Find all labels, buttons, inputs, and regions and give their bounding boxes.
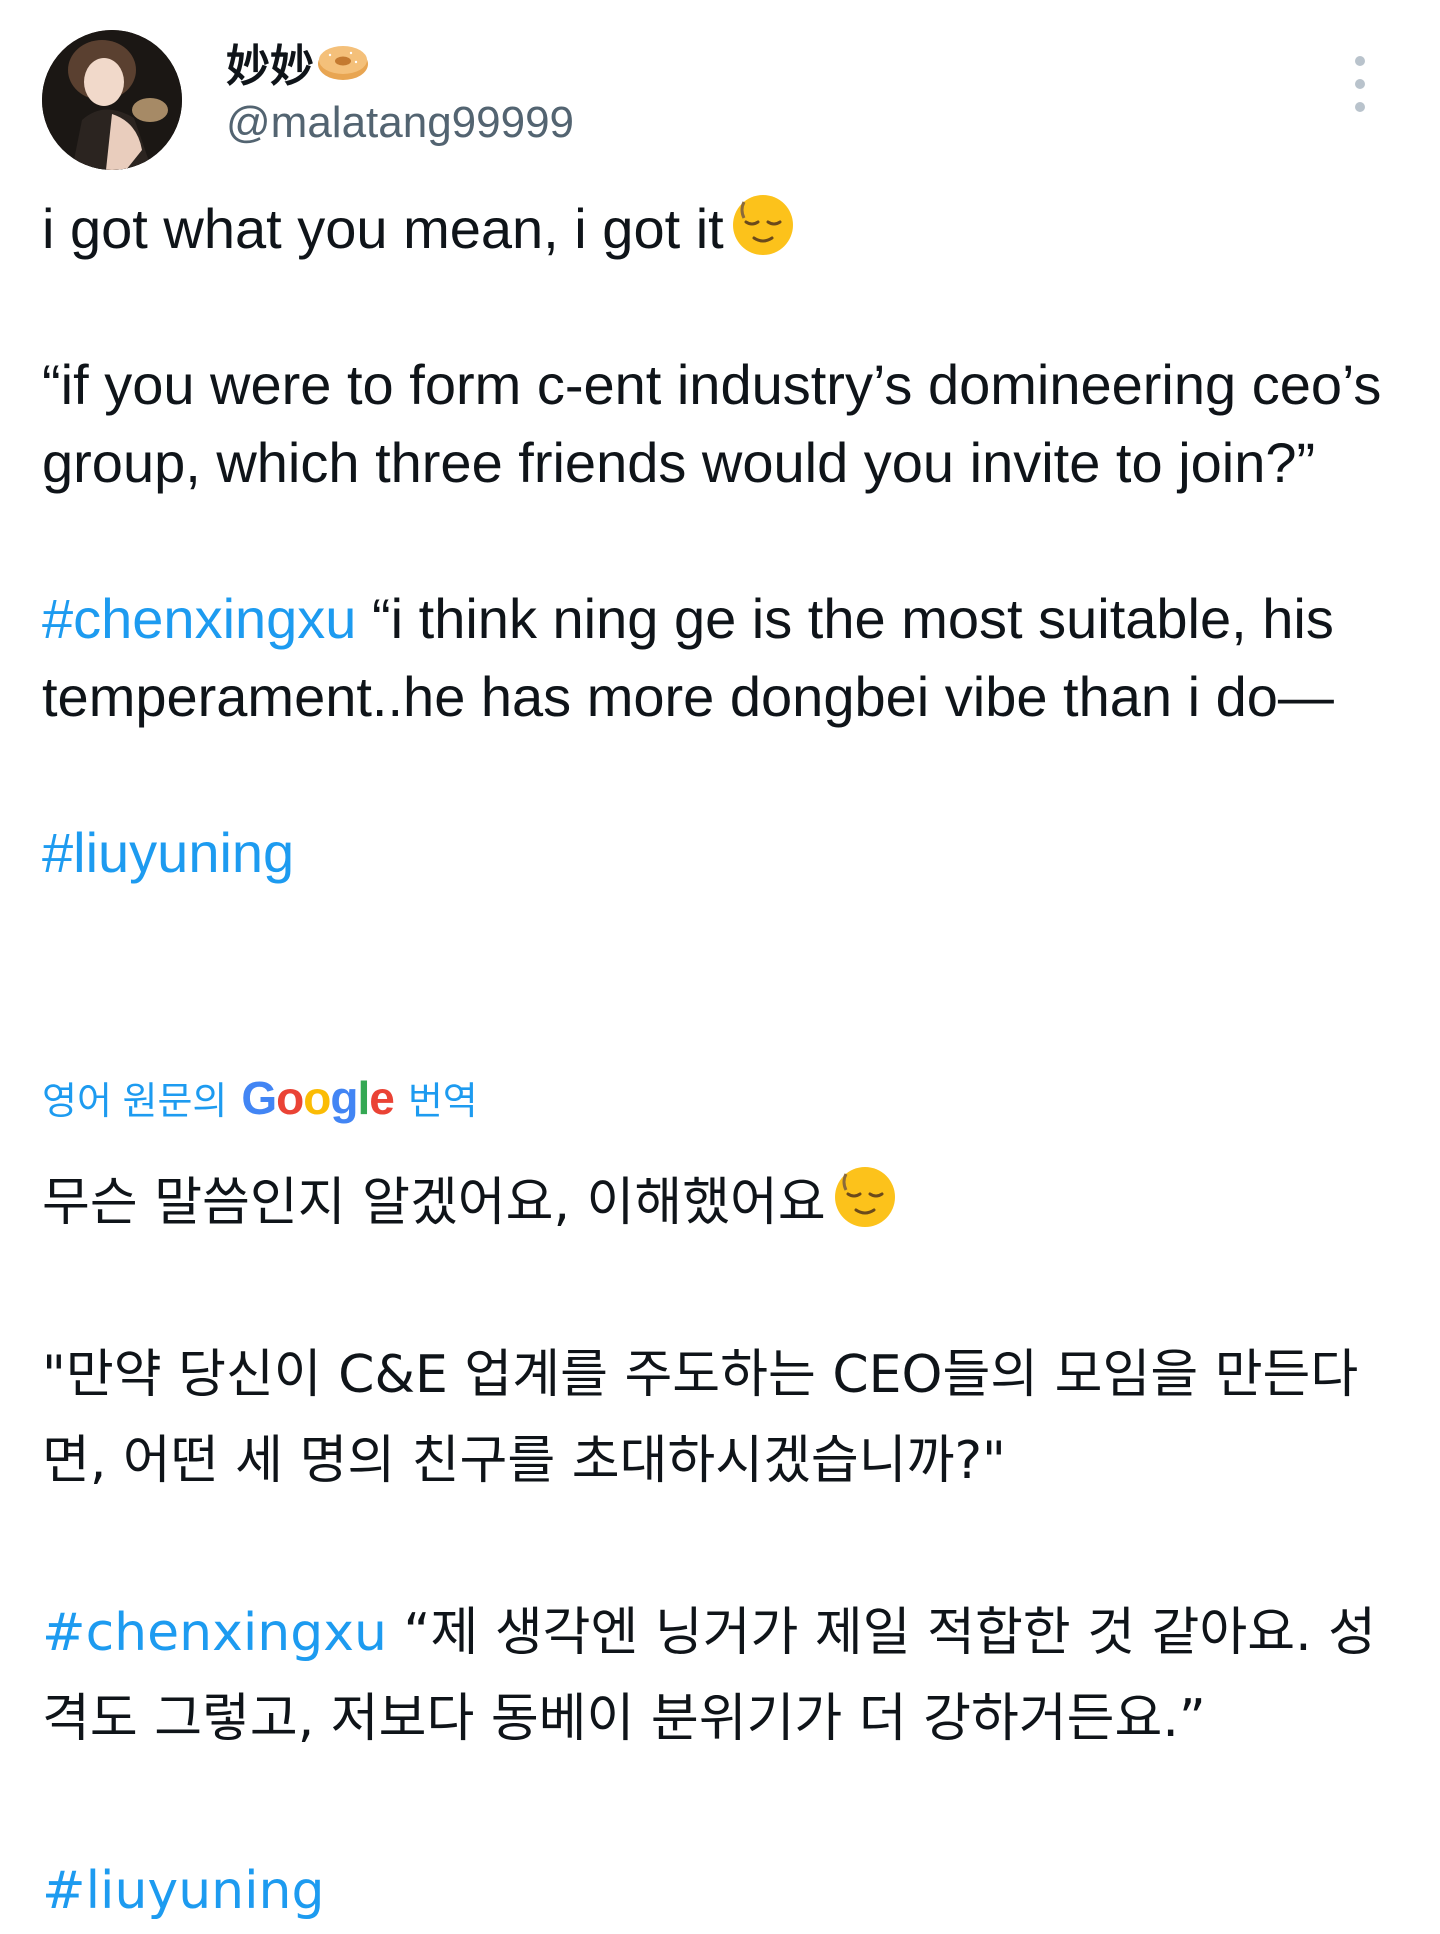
relieved-face-emoji-icon	[730, 192, 796, 258]
translated-line-1: 무슨 말씀인지 알겠어요, 이해했어요	[42, 1160, 1412, 1246]
more-vertical-icon[interactable]	[1350, 56, 1370, 112]
translated-by-google-link[interactable]: 영어 원문의 Google 번역	[42, 1070, 478, 1125]
tweet: 妙妙 @malatang99999 i got what you mean, i…	[0, 0, 1440, 1921]
google-logo-icon: Google	[241, 1071, 394, 1124]
translation-prefix: 영어 원문의	[42, 1081, 228, 1123]
translated-paragraph-2: "만약 당신이 C&E 업계를 주도하는 CEO들의 모임을 만든다면, 어떤 …	[42, 1345, 1359, 1491]
hashtag-liuyuning[interactable]: #liuyuning	[42, 821, 294, 884]
hashtag-liuyuning[interactable]: #liuyuning	[42, 1861, 325, 1921]
hashtag-chenxingxu[interactable]: #chenxingxu	[42, 1603, 387, 1663]
more-dot	[1355, 56, 1365, 66]
tweet-paragraph-2: “if you were to form c-ent industry’s do…	[42, 353, 1382, 494]
avatar[interactable]	[42, 30, 182, 170]
bagel-icon	[316, 42, 370, 82]
translated-line-1-text: 무슨 말씀인지 알겠어요, 이해했어요	[42, 1173, 826, 1233]
user-handle[interactable]: @malatang99999	[226, 98, 574, 148]
more-dot	[1355, 102, 1365, 112]
display-name[interactable]: 妙妙	[226, 30, 314, 94]
translated-paragraph-3: #chenxingxu “제 생각엔 닝거가 제일 적합한 것 같아요. 성격도…	[42, 1590, 1412, 1762]
user-names: 妙妙 @malatang99999	[226, 34, 574, 148]
tweet-line-1-text: i got what you mean, i got it	[42, 197, 724, 260]
tweet-body: i got what you mean, i got it “if you we…	[42, 190, 1412, 892]
translated-text: 무슨 말씀인지 알겠어요, 이해했어요 "만약 당신이 C&E 업계를 주도하는…	[42, 1160, 1412, 1934]
display-name-row: 妙妙	[226, 34, 574, 92]
more-dot	[1355, 79, 1365, 89]
tweet-header: 妙妙 @malatang99999	[42, 30, 1398, 170]
avatar-image	[42, 30, 182, 170]
tweet-paragraph-3: #chenxingxu “i think ning ge is the most…	[42, 580, 1412, 736]
relieved-face-emoji-icon	[832, 1164, 898, 1230]
translation-suffix: 번역	[407, 1081, 478, 1123]
translated-paragraph-4: #liuyuning	[42, 1848, 1412, 1934]
hashtag-chenxingxu[interactable]: #chenxingxu	[42, 587, 356, 650]
tweet-line-1: i got what you mean, i got it	[42, 190, 1412, 268]
tweet-paragraph-4: #liuyuning	[42, 814, 1412, 892]
